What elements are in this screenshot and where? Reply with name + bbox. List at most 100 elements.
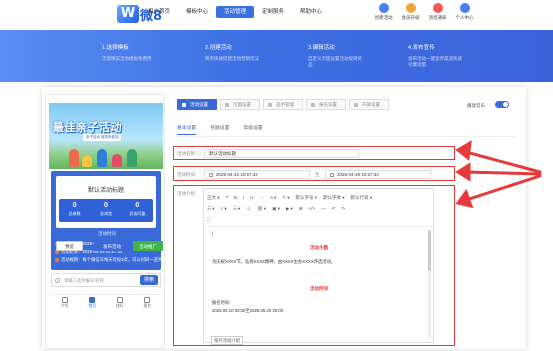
music-toggle-label: 播放音乐 bbox=[467, 103, 485, 108]
nav-item[interactable]: 模板中心 bbox=[178, 6, 216, 18]
settings-tab[interactable]: 开屏设置 bbox=[349, 99, 389, 110]
step-desc: 发布活动一键宣传渠道快速引爆流量 bbox=[408, 56, 462, 67]
search-button[interactable]: 搜索 bbox=[140, 275, 158, 285]
settings-tab-label: 报名设置 bbox=[319, 102, 337, 107]
settings-tab-label: 选手管理 bbox=[276, 102, 294, 107]
settings-tab[interactable]: 报名设置 bbox=[306, 99, 346, 110]
activity-title: 默认活动标题 bbox=[87, 188, 124, 194]
header-action[interactable]: 个人中心 bbox=[451, 3, 478, 21]
tabbar-item[interactable]: 报名 bbox=[134, 295, 162, 312]
form-tab[interactable]: 高级设置 bbox=[243, 124, 262, 135]
info-row: 活动规则：每个微信号每天可投3次，可以对同一选手投多次 bbox=[55, 256, 175, 264]
step-item: 1.选择模板丰富精美活动模板免费用 bbox=[102, 43, 182, 62]
member-upgrade-icon bbox=[405, 3, 416, 13]
bullet-icon bbox=[55, 257, 59, 262]
stat-value: 0 bbox=[135, 202, 140, 209]
nav-item[interactable]: 用户首页 bbox=[140, 6, 178, 18]
settings-tab[interactable]: 活动设置 bbox=[177, 99, 217, 110]
form-tab[interactable]: 基本设置 bbox=[177, 124, 197, 135]
tab-icon bbox=[116, 297, 123, 303]
stats-bar: 0 总参数 0 总浏览 0 总访问量 bbox=[59, 199, 153, 222]
person-figure bbox=[127, 149, 137, 167]
step-title: 4.发布宣传 bbox=[408, 45, 435, 51]
step-item: 4.发布宣传发布活动一键宣传渠道快速引爆流量 bbox=[408, 43, 488, 68]
header-action-label: 会员升级 bbox=[401, 15, 420, 20]
search-input[interactable]: 请输入选手编号/名称 bbox=[64, 278, 104, 284]
tabbar-item[interactable]: 首页 bbox=[79, 295, 107, 312]
stat-label: 总参数 bbox=[68, 211, 81, 216]
bottom-tabbar: 介绍 首页 排行 报名 bbox=[51, 294, 161, 312]
tab-icon bbox=[268, 103, 272, 107]
form-tabs: 基本设置 奖励设置 高级设置 bbox=[177, 124, 277, 135]
tab-icon bbox=[354, 103, 358, 107]
tabbar-item[interactable]: 介绍 bbox=[51, 295, 79, 312]
nav-item[interactable]: 定制服务 bbox=[254, 6, 292, 18]
person-figure bbox=[82, 155, 92, 167]
tab-icon bbox=[89, 297, 96, 303]
tabbar-item[interactable]: 排行 bbox=[106, 295, 134, 312]
preview-button[interactable]: 预览 bbox=[56, 241, 83, 251]
stat-label: 总访问量 bbox=[129, 211, 146, 216]
step-title: 3.编辑活动 bbox=[308, 45, 335, 51]
step-item: 3.编辑活动 自定义页面设置活动规则奖品 bbox=[308, 43, 388, 68]
tab-icon bbox=[144, 297, 151, 303]
step-desc: 丰富精美活动模板免费用 bbox=[102, 56, 152, 61]
settings-tab[interactable]: 页面设置 bbox=[220, 99, 260, 110]
highlight-box-name bbox=[173, 146, 455, 160]
tab-label: 介绍 bbox=[60, 304, 69, 308]
header-action-label: 消息通知 bbox=[428, 15, 447, 20]
header-action-label: 创建活动 bbox=[374, 15, 393, 20]
settings-tab[interactable]: 选手管理 bbox=[263, 99, 303, 110]
settings-tab-label: 页面设置 bbox=[233, 102, 251, 107]
header-action-label: 个人中心 bbox=[455, 15, 474, 20]
header-action[interactable]: 创建活动 bbox=[370, 3, 397, 21]
message-notice-icon bbox=[432, 3, 443, 13]
person-figure bbox=[112, 154, 122, 167]
nav-item[interactable]: 活动管理 bbox=[216, 6, 254, 18]
personal-center-icon bbox=[459, 3, 470, 13]
person-figure bbox=[97, 149, 107, 167]
form-tab[interactable]: 奖励设置 bbox=[210, 124, 229, 135]
music-toggle[interactable] bbox=[495, 101, 509, 108]
nav-item[interactable]: 帮助中心 bbox=[292, 6, 330, 18]
header-action[interactable]: 会员升级 bbox=[397, 3, 424, 21]
steps-banner: 1.选择模板丰富精美活动模板免费用 2.创建活动简单快速搭建活动营销玩法 3.编辑活… bbox=[0, 30, 553, 82]
tab-label: 首页 bbox=[88, 304, 97, 308]
tab-icon bbox=[225, 103, 229, 107]
header-action[interactable]: 消息通知 bbox=[424, 3, 451, 21]
highlight-box-intro bbox=[173, 185, 455, 346]
banner-subtitle: 亲子活动 邀您来参加 bbox=[83, 134, 122, 141]
activity-banner-image: 最佳亲子活动 亲子活动 邀您来参加 bbox=[49, 103, 163, 169]
main-nav: 用户首页 模板中心 活动管理 定制服务 帮助中心 bbox=[140, 6, 330, 18]
settings-tab-label: 开屏设置 bbox=[362, 102, 380, 107]
stat-item: 0 总浏览 bbox=[90, 199, 121, 222]
step-desc: 简单快速搭建活动营销玩法 bbox=[205, 56, 259, 61]
activity-card: 默认活动标题 0 总参数 0 总浏览 0 总访问量 活动时间 活动开始：2025-04-2… bbox=[51, 171, 175, 270]
tab-label: 报名 bbox=[143, 304, 152, 308]
settings-tabs: 活动设置 页面设置 选手管理 报名设置 开屏设置 bbox=[177, 99, 392, 110]
tab-icon bbox=[311, 103, 315, 107]
promote-button[interactable]: 活动推广 bbox=[133, 241, 163, 251]
settings-form: 活动设置 页面设置 选手管理 报名设置 开屏设置 播放音乐 基本设置 奖励设置 高级设置 活… bbox=[173, 96, 515, 349]
top-header: W 微8 用户首页 模板中心 活动管理 定制服务 帮助中心 创建活动 会员升级 消息通知 个人… bbox=[0, 0, 553, 30]
step-item: 2.创建活动简单快速搭建活动营销玩法 bbox=[205, 43, 285, 62]
tab-label: 排行 bbox=[115, 304, 124, 308]
banner-title: 最佳亲子活动 bbox=[53, 122, 122, 134]
radio-icon[interactable] bbox=[55, 278, 60, 283]
publish-button[interactable]: 发布活动 bbox=[94, 241, 130, 251]
person-figure bbox=[69, 149, 79, 167]
tab-icon bbox=[182, 103, 186, 107]
info-heading: 活动时间 bbox=[98, 231, 116, 236]
divider bbox=[175, 136, 515, 137]
logo-mark: W bbox=[117, 5, 139, 23]
info-text: 活动规则：每个微信号每天可投3次，可以对同一选手投多次 bbox=[61, 257, 176, 262]
step-title: 2.创建活动 bbox=[205, 45, 232, 51]
stat-value: 0 bbox=[104, 202, 108, 209]
stat-label: 总浏览 bbox=[99, 211, 112, 216]
step-title: 1.选择模板 bbox=[102, 45, 129, 51]
tab-icon bbox=[61, 297, 68, 303]
settings-tab-label: 活动设置 bbox=[190, 102, 208, 107]
activity-summary: 默认活动标题 0 总参数 0 总浏览 0 总访问量 bbox=[56, 176, 156, 228]
player-search: 请输入选手编号/名称 搜索 bbox=[51, 273, 161, 287]
stat-value: 0 bbox=[72, 202, 77, 209]
